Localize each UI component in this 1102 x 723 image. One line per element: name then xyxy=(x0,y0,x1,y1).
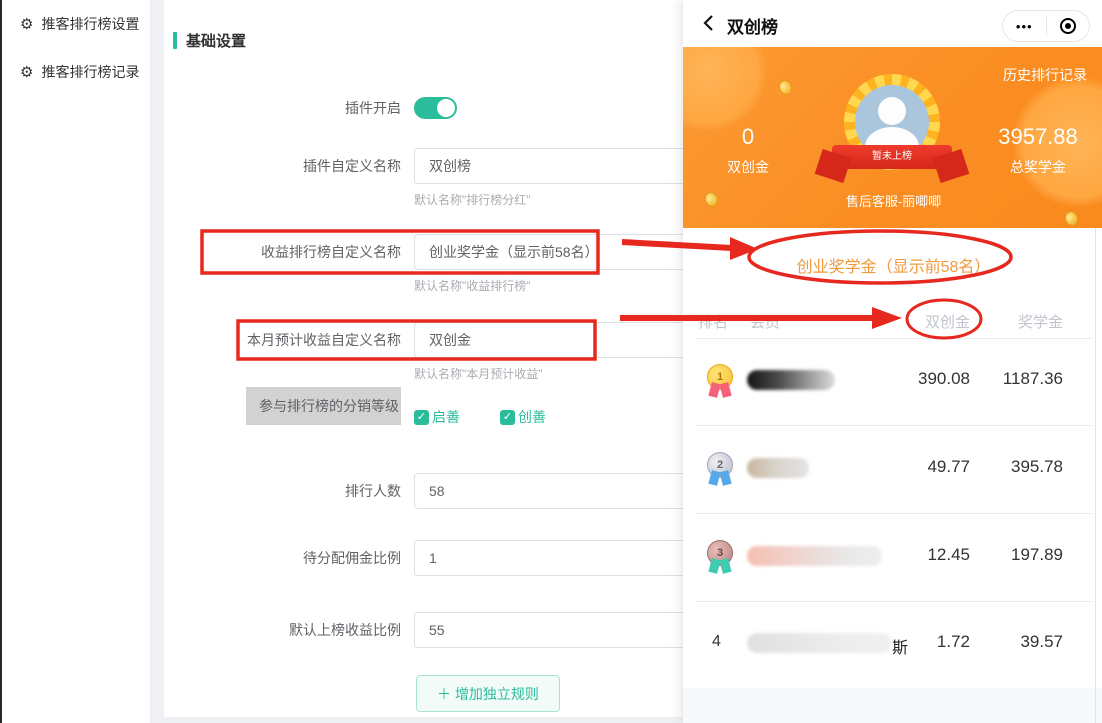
member-name-blurred xyxy=(747,546,882,566)
member-name-blurred xyxy=(747,633,892,653)
add-rule-label: 增加独立规则 xyxy=(454,685,539,702)
default-revenue-ratio-label: 默认上榜收益比例 xyxy=(289,622,401,638)
checkbox-check-icon: ✓ xyxy=(414,409,429,425)
bronze-medal-icon: 3 xyxy=(707,540,733,566)
add-rule-button[interactable]: ＋ 增加独立规则 xyxy=(416,675,560,712)
sidebar-item-ranking-settings[interactable]: ⚙ 推客排行榜设置 xyxy=(2,0,150,48)
sidebar-item-label: 推客排行榜设置 xyxy=(41,16,140,32)
default-revenue-ratio-input[interactable] xyxy=(414,612,714,648)
row-score: 12.45 xyxy=(927,545,970,564)
more-menu-icon[interactable]: ••• xyxy=(1003,19,1046,34)
col-score: 双创金 xyxy=(924,314,970,331)
member-name-blurred xyxy=(747,458,809,478)
username: 售后客服-丽唧唧 xyxy=(845,194,942,209)
row-scholarship: 1187.36 xyxy=(1002,369,1063,388)
revenue-rank-name-hint: 默认名称"收益排行榜" xyxy=(414,279,531,293)
toggle-knob xyxy=(437,99,455,117)
close-target-icon[interactable] xyxy=(1047,18,1090,34)
mobile-header: 双创榜 ••• xyxy=(683,0,1102,47)
sidebar-item-label: 推客排行榜记录 xyxy=(41,64,140,80)
level-checkbox-label: 创善 xyxy=(518,409,546,425)
mobile-preview: 双创榜 ••• 历史排行记录 0 双创金 3957.88 总奖学金 暂未上榜 售… xyxy=(683,0,1102,723)
leaderboard-row[interactable]: 1 390.08 1187.36 xyxy=(683,338,1102,425)
gold-medal-icon: 1 xyxy=(707,364,733,390)
member-name-blurred xyxy=(747,370,835,390)
plugin-name-label: 插件自定义名称 xyxy=(303,158,401,174)
col-scholarship: 奖学金 xyxy=(1017,314,1063,331)
month-revenue-name-input[interactable] xyxy=(414,322,714,358)
mobile-page-title: 双创榜 xyxy=(727,18,778,37)
history-record-link[interactable]: 历史排行记录 xyxy=(1003,65,1087,85)
section-header: 基础设置 xyxy=(173,30,246,51)
leaderboard-row[interactable]: 2 49.77 395.78 xyxy=(683,426,1102,513)
leaderboard-header: 排名 会员 双创金 奖学金 xyxy=(683,311,1102,337)
plugin-enable-toggle[interactable] xyxy=(414,97,457,119)
leaderboard-row[interactable]: 4 斯 1.72 39.57 xyxy=(683,601,1102,688)
level-checkbox-chuangshan[interactable]: ✓ 创善 xyxy=(500,407,546,427)
col-rank: 排名 xyxy=(698,314,729,331)
rank-count-label: 排行人数 xyxy=(345,483,401,499)
plugin-name-hint: 默认名称"排行榜分红" xyxy=(414,193,531,207)
gear-icon: ⚙ xyxy=(20,63,34,81)
revenue-rank-name-label: 收益排行榜自定义名称 xyxy=(261,244,401,260)
mobile-footer-area xyxy=(683,688,1102,723)
total-scholarship-label: 总奖学金 xyxy=(1010,159,1066,175)
col-member: 会员 xyxy=(750,314,781,331)
row-scholarship: 395.78 xyxy=(1011,457,1063,476)
rank-count-input[interactable] xyxy=(414,473,714,509)
total-scholarship-value: 3957.88 xyxy=(998,124,1078,149)
plugin-toggle-label: 插件开启 xyxy=(345,100,401,116)
coin-icon xyxy=(1062,208,1081,228)
checkbox-check-icon: ✓ xyxy=(500,409,515,425)
plugin-name-input[interactable] xyxy=(414,148,714,184)
section-title: 基础设置 xyxy=(186,33,247,50)
sidebar-item-ranking-records[interactable]: ⚙ 推客排行榜记录 xyxy=(2,48,150,96)
coin-icon xyxy=(776,77,795,98)
row-score: 390.08 xyxy=(918,369,970,388)
not-ranked-ribbon: 暂未上榜 xyxy=(832,145,952,169)
rank-number: 4 xyxy=(712,633,721,650)
my-score-value: 0 xyxy=(741,124,755,149)
total-scholarship-stat: 3957.88 总奖学金 xyxy=(988,124,1088,177)
row-score: 1.72 xyxy=(936,632,970,651)
gear-icon: ⚙ xyxy=(20,15,34,33)
banner-decor-circle xyxy=(683,47,767,131)
my-score-stat: 0 双创金 xyxy=(713,124,783,177)
leaderboard-row[interactable]: 3 12.45 197.89 xyxy=(683,514,1102,601)
revenue-rank-name-input[interactable] xyxy=(414,234,714,270)
list-title: 创业奖学金（显示前58名） xyxy=(796,259,991,276)
ranking-banner: 历史排行记录 0 双创金 3957.88 总奖学金 暂未上榜 售后客服-丽唧唧 xyxy=(683,47,1102,228)
scrollbar-track[interactable] xyxy=(1095,228,1096,723)
back-chevron-icon[interactable] xyxy=(699,13,719,33)
commission-ratio-input[interactable] xyxy=(414,540,714,576)
section-accent-bar xyxy=(173,32,177,49)
month-revenue-name-label: 本月预计收益自定义名称 xyxy=(247,332,401,348)
admin-sidebar: ⚙ 推客排行榜设置 ⚙ 推客排行榜记录 xyxy=(2,0,151,723)
level-checkbox-label: 启善 xyxy=(432,409,460,425)
row-score: 49.77 xyxy=(927,457,970,476)
my-score-label: 双创金 xyxy=(727,159,769,175)
commission-ratio-label: 待分配佣金比例 xyxy=(303,550,401,566)
miniprogram-capsule: ••• xyxy=(1002,10,1090,42)
distribution-level-label: 参与排行榜的分销等级 xyxy=(246,387,401,425)
member-name-visible-char: 斯 xyxy=(892,640,909,657)
row-scholarship: 39.57 xyxy=(1020,632,1063,651)
level-checkbox-qishan[interactable]: ✓ 启善 xyxy=(414,407,460,427)
silver-medal-icon: 2 xyxy=(707,452,733,478)
row-scholarship: 197.89 xyxy=(1011,545,1063,564)
month-revenue-name-hint: 默认名称"本月预计收益" xyxy=(414,367,543,381)
plus-icon: ＋ xyxy=(437,685,452,702)
